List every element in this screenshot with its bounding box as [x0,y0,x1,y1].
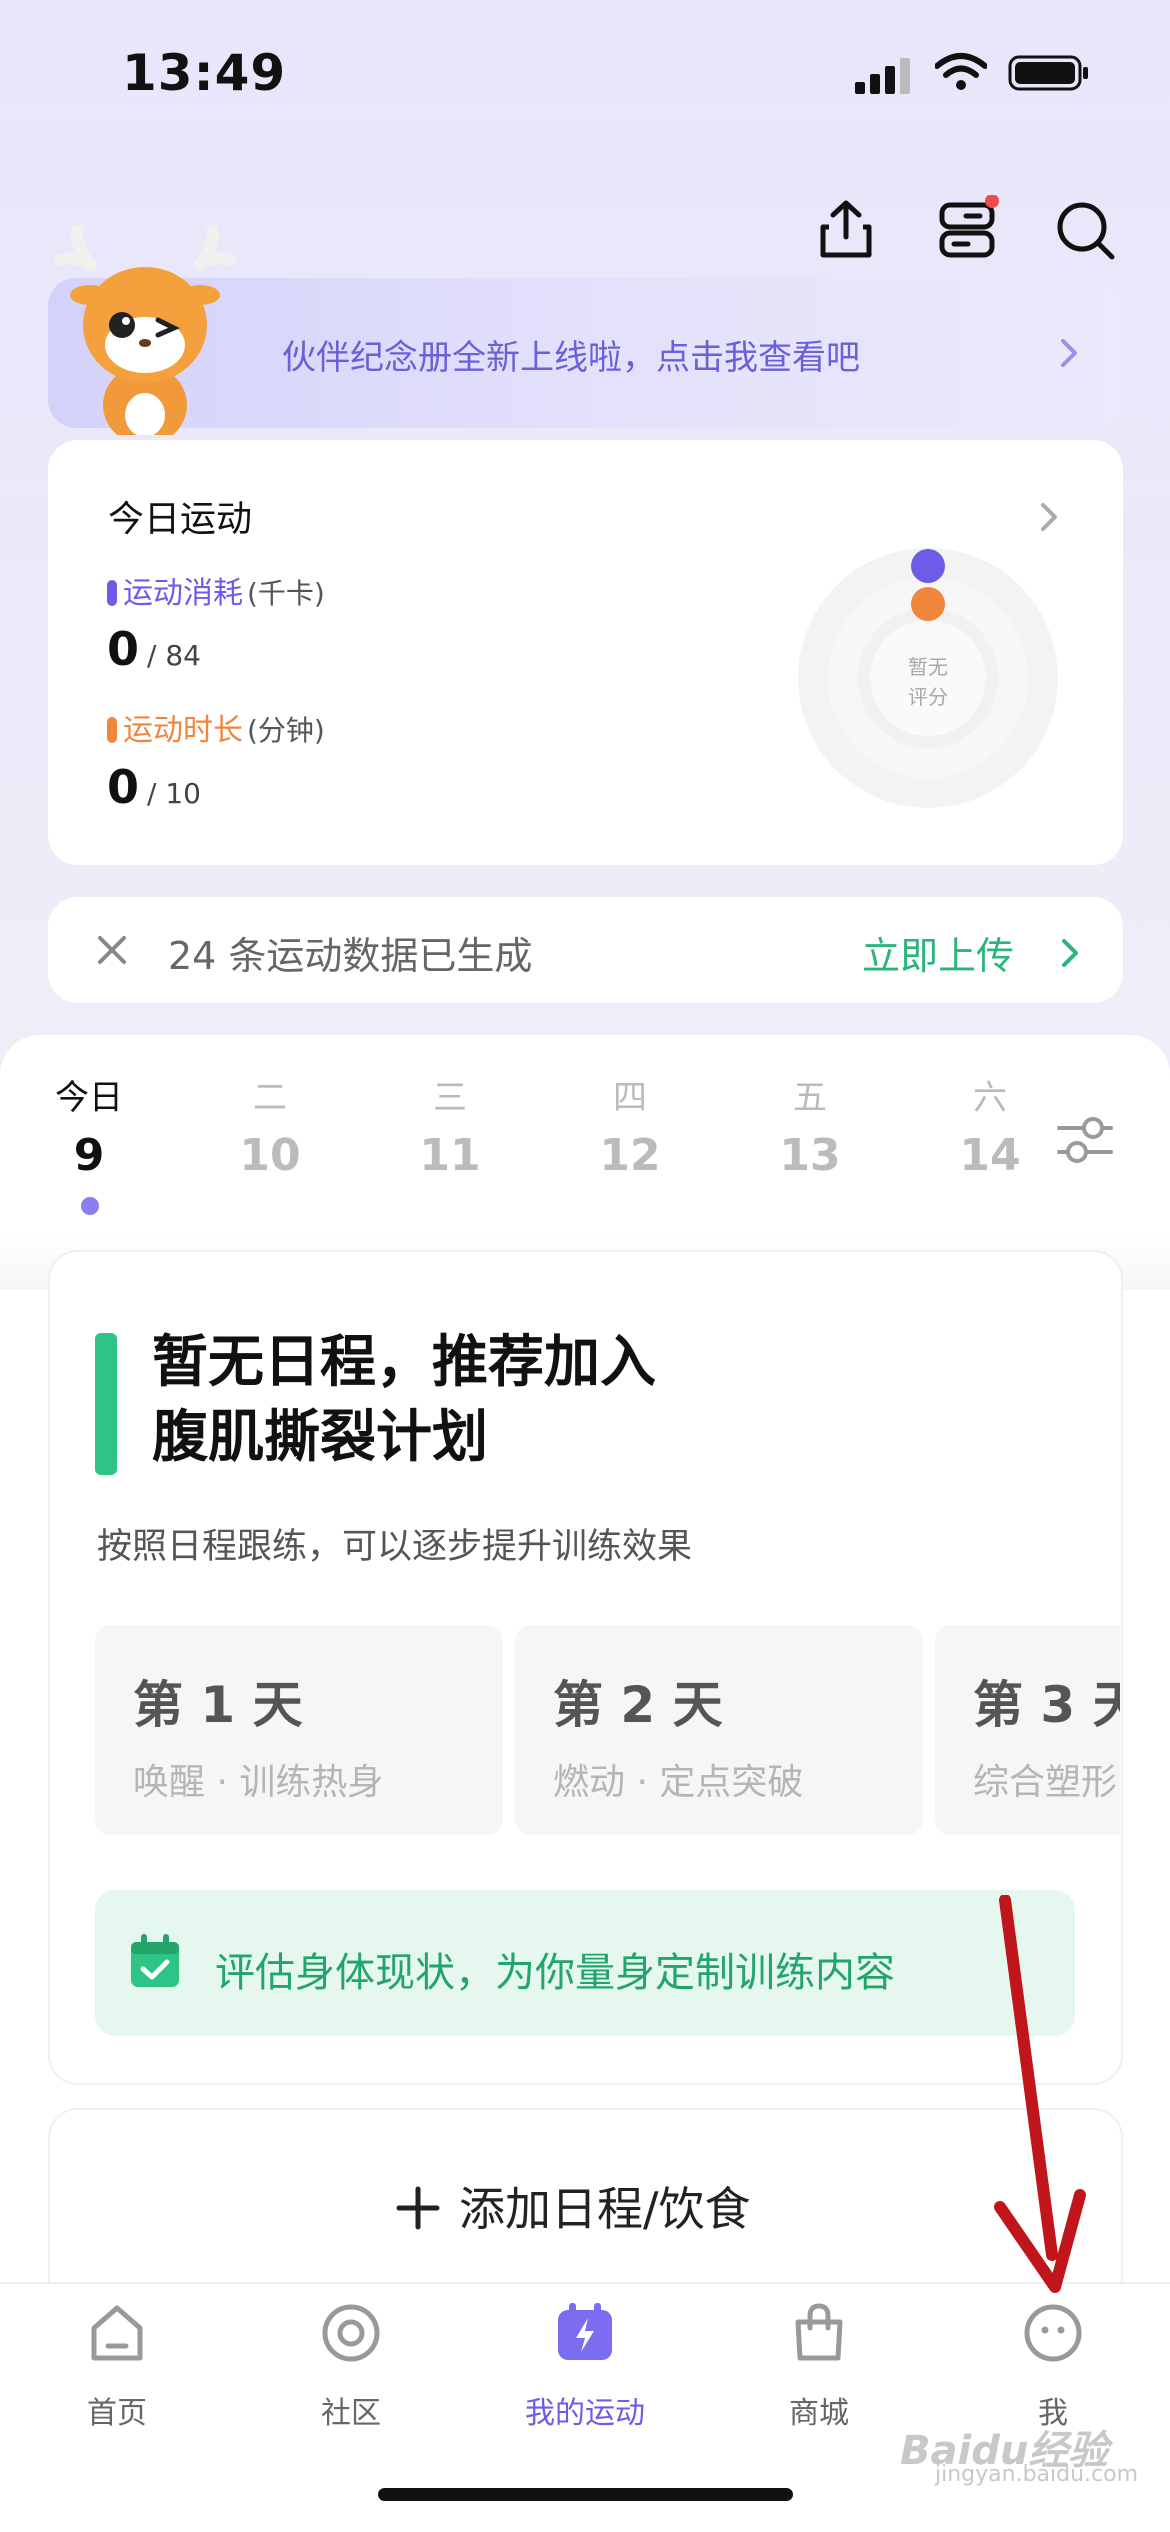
day-tue[interactable]: 二 10 [210,1070,330,1181]
duration-value: 0/ 10 [107,760,201,814]
status-bar: 13:49 [0,0,1170,150]
chevron-right-icon[interactable] [1035,497,1065,537]
calories-dot [107,580,117,606]
tab-home[interactable]: 首页 [27,2300,207,2432]
share-icon[interactable] [811,195,881,265]
plan-day-card[interactable]: 第 2 天 燃动 · 定点突破 [515,1625,923,1835]
battery-icon [1008,55,1088,91]
duration-label: 运动时长 (分钟) [107,705,325,749]
duration-goal: / 10 [147,777,201,810]
tab-label: 我的运动 [525,2396,645,2431]
day-date: 10 [239,1130,301,1181]
deer-mascot-image [54,225,236,435]
duration-label-text: 运动时长 [123,713,243,748]
home-icon [91,2305,143,2361]
day-weekday: 四 [613,1078,647,1118]
tab-label: 社区 [321,2396,381,2431]
duration-current: 0 [107,760,140,814]
plan-title-line1: 暂无日程，推荐加入 [152,1330,656,1395]
add-schedule-button[interactable]: 添加日程/饮食 [395,2173,751,2239]
plan-day-card[interactable]: 第 3 天 综合塑形 [935,1625,1120,1835]
day-weekday: 三 [433,1078,467,1118]
community-icon [322,2304,380,2362]
wifi-icon [935,53,987,90]
day-date: 9 [73,1130,105,1181]
tab-label: 商城 [789,2396,849,2431]
chevron-right-icon[interactable] [1058,935,1084,971]
day-date: 13 [779,1130,841,1181]
day-today[interactable]: 今日 9 [29,1070,149,1181]
chevron-right-icon [1061,339,1077,367]
tab-my-sport[interactable]: 我的运动 [495,2300,675,2432]
calories-goal: / 84 [147,639,201,672]
upload-now-button[interactable]: 立即上传 [862,925,1014,980]
plan-title-line2: 腹肌撕裂计划 [152,1405,488,1470]
calendar-check-icon [131,1934,179,1987]
day-sat[interactable]: 六 14 [930,1070,1050,1181]
today-title: 今日运动 [108,499,253,540]
calories-unit: (千卡) [247,577,325,610]
day-weekday: 今日 [55,1078,123,1118]
score-line2: 评分 [908,685,948,709]
my-sport-icon [558,2303,612,2360]
plan-days-scroller[interactable]: 第 1 天 唤醒 · 训练热身 第 2 天 燃动 · 定点突破 第 3 天 综合… [95,1625,1120,1835]
duration-dot [107,717,117,743]
day-weekday: 二 [253,1078,287,1118]
plan-day-title: 第 1 天 [133,1676,303,1734]
plan-title[interactable]: 暂无日程，推荐加入 腹肌撕裂计划 [152,1325,656,1475]
tab-community[interactable]: 社区 [261,2300,441,2432]
plan-day-subtitle: 唤醒 · 训练热身 [133,1762,384,1803]
day-weekday: 六 [973,1078,1007,1118]
tab-label: 首页 [87,2396,147,2431]
score-placeholder: 暂无 评分 [893,652,963,712]
search-icon[interactable] [1050,195,1120,265]
calories-label: 运动消耗 (千卡) [107,568,325,612]
day-date: 14 [959,1130,1021,1181]
plan-day-card[interactable]: 第 1 天 唤醒 · 训练热身 [95,1625,503,1835]
day-fri[interactable]: 五 13 [750,1070,870,1181]
day-thu[interactable]: 四 12 [570,1070,690,1181]
calories-value: 0/ 84 [107,622,201,676]
baidu-watermark-url: jingyan.baidu.com [935,2462,1139,2487]
home-indicator [378,2488,793,2501]
devices-icon[interactable] [932,195,1002,265]
plan-accent-bar [95,1333,117,1475]
tab-shop[interactable]: 商城 [729,2300,909,2432]
status-time: 13:49 [122,44,287,102]
cellular-signal-icon [855,58,910,94]
duration-unit: (分钟) [247,714,325,747]
day-weekday: 五 [793,1078,827,1118]
shop-icon [795,2303,843,2361]
assessment-text[interactable]: 评估身体现状，为你量身定制训练内容 [215,1940,895,1998]
plan-day-subtitle: 综合塑形 [973,1762,1118,1803]
close-icon[interactable] [92,930,132,970]
annotation-arrow-icon [994,1895,1086,2293]
add-schedule-label: 添加日程/饮食 [459,2182,751,2236]
plan-subtitle: 按照日程跟练，可以逐步提升训练效果 [97,1527,693,1567]
plan-day-title: 第 2 天 [553,1676,723,1734]
banner-text[interactable]: 伙伴纪念册全新上线啦，点击我查看吧 [282,330,860,379]
calories-current: 0 [107,622,140,676]
day-date: 12 [599,1130,661,1181]
plan-day-title: 第 3 天 [973,1676,1120,1734]
tab-profile[interactable]: 我 [963,2300,1143,2432]
plan-day-subtitle: 燃动 · 定点突破 [553,1762,804,1803]
profile-icon [1024,2304,1082,2362]
score-line1: 暂无 [908,655,948,679]
plus-icon [396,2186,440,2230]
today-indicator-dot [81,1197,99,1215]
day-date: 11 [419,1130,481,1181]
calories-label-text: 运动消耗 [123,576,243,611]
day-wed[interactable]: 三 11 [390,1070,510,1181]
upload-notice-text: 24 条运动数据已生成 [168,934,533,978]
filter-settings-icon[interactable] [1055,1110,1115,1170]
